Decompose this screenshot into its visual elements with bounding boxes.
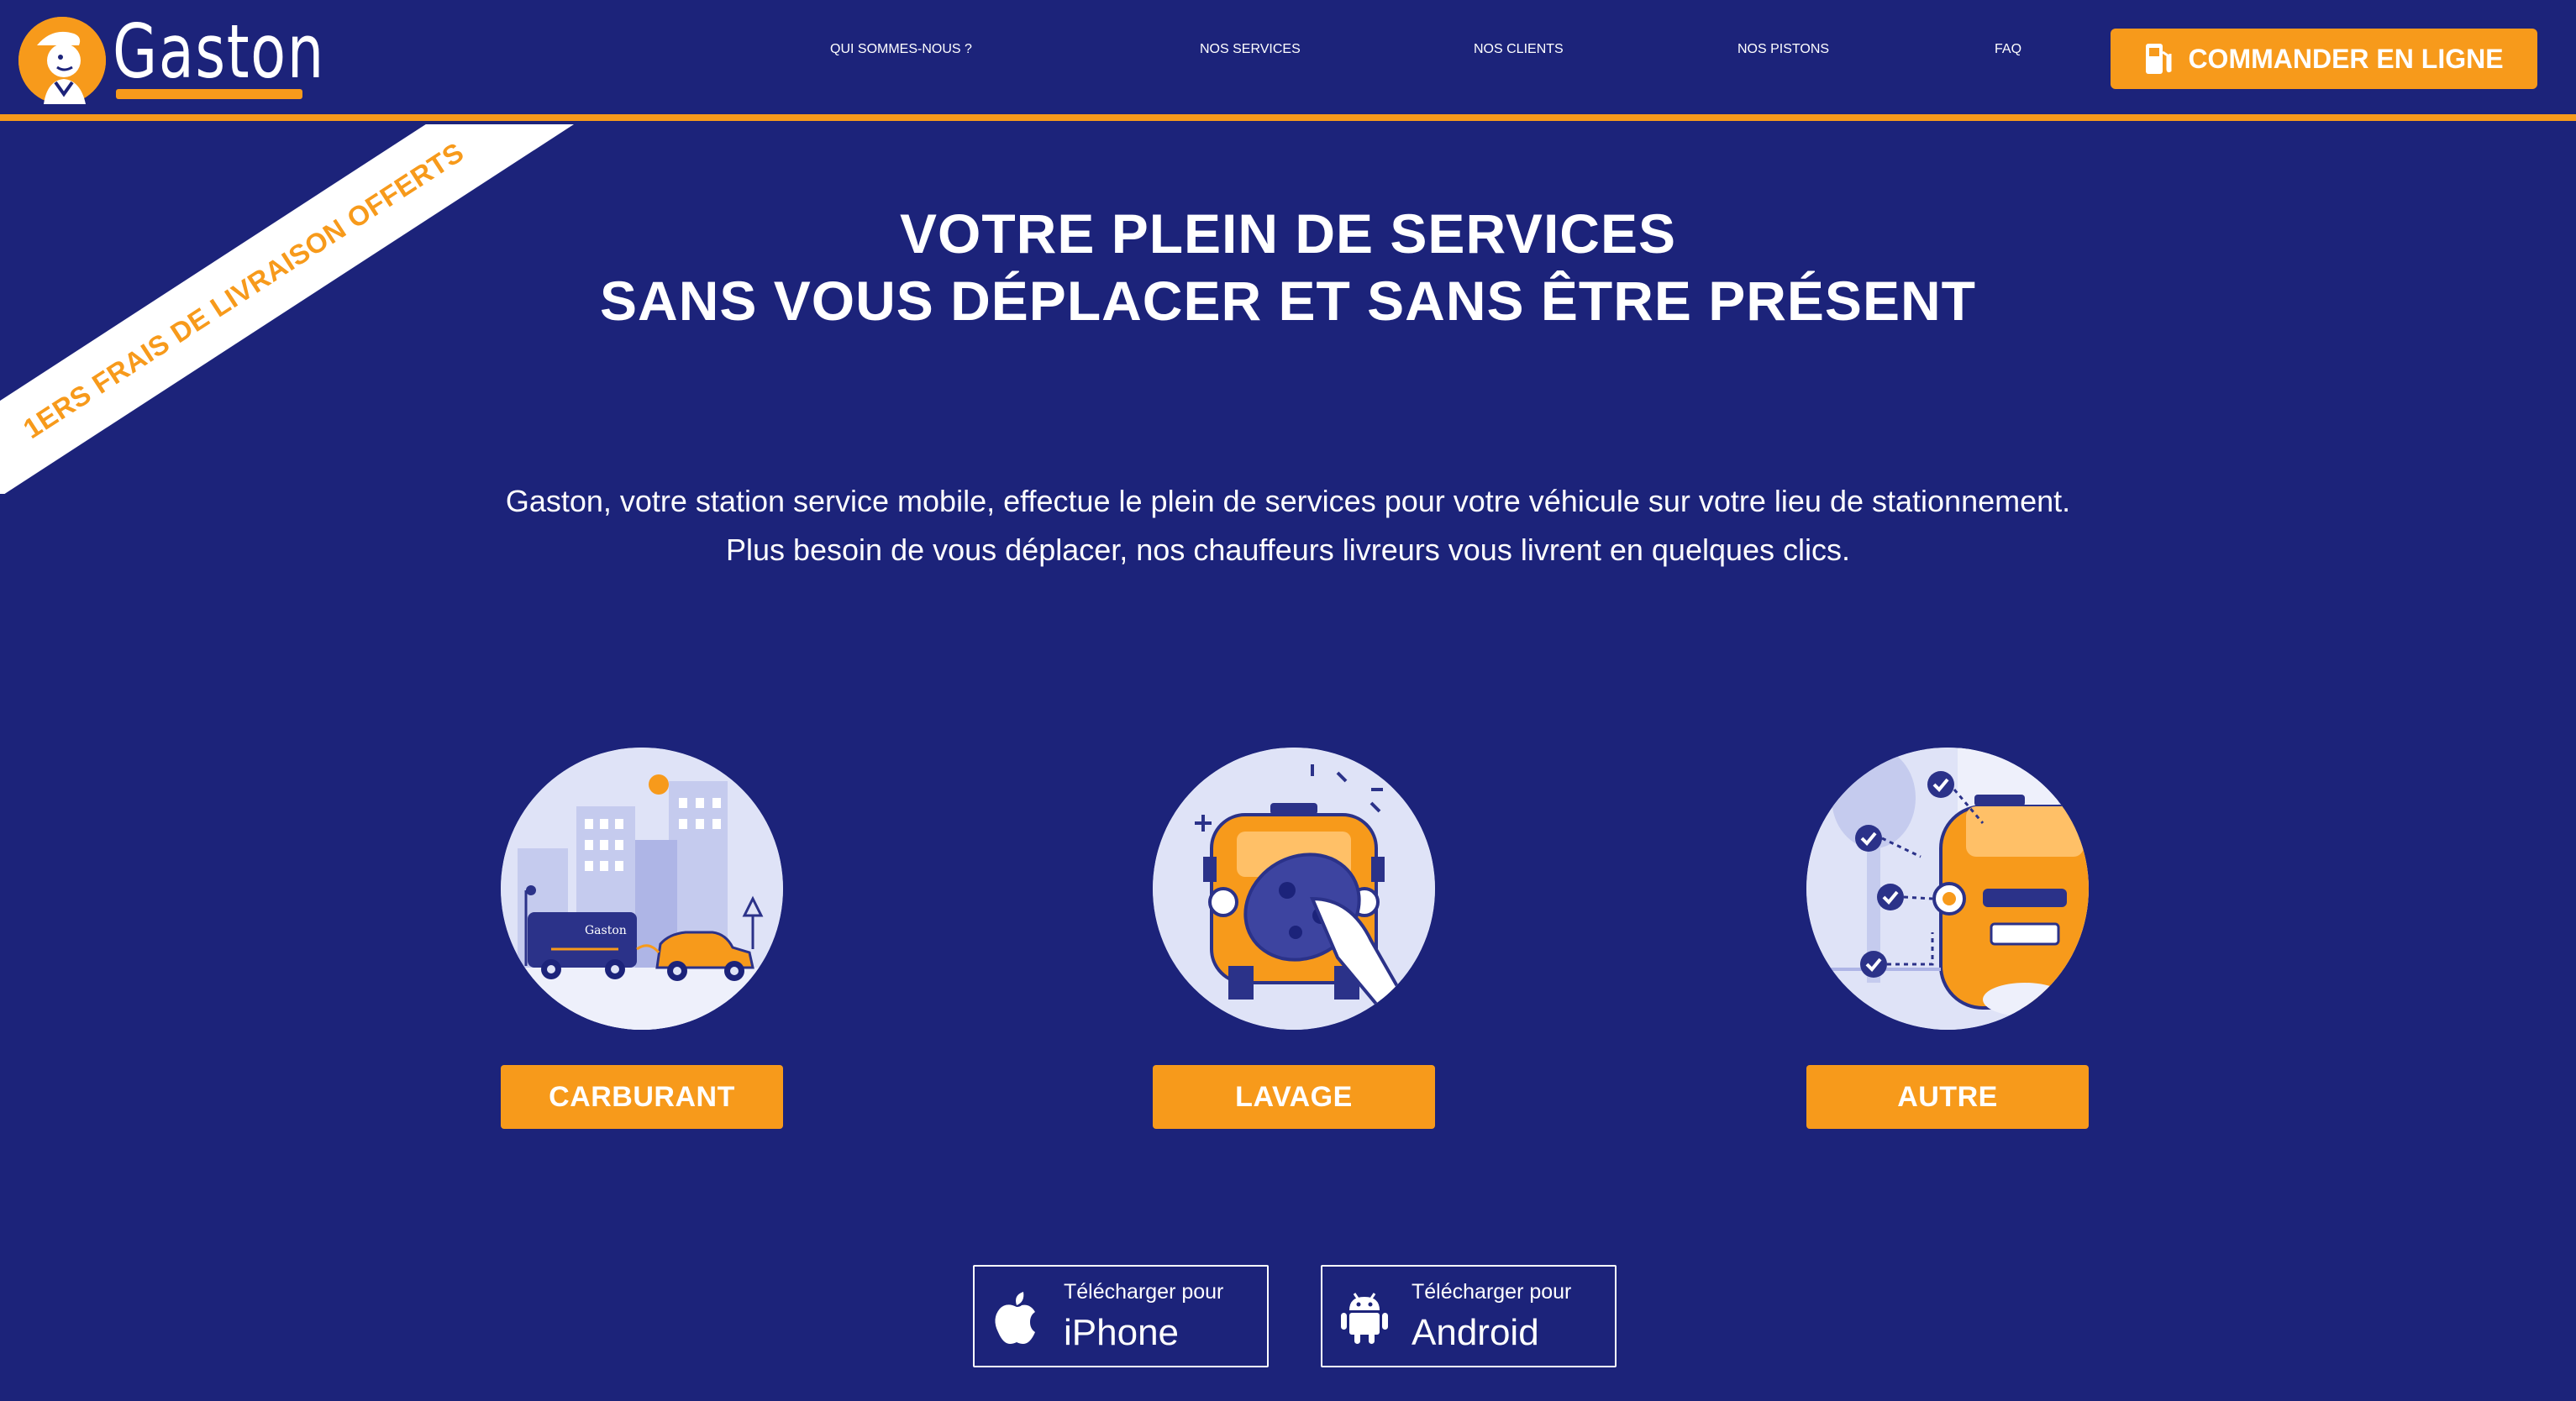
nav-nos-clients[interactable]: NOS CLIENTS xyxy=(1474,42,1564,57)
hero-title-line2: SANS VOUS DÉPLACER ET SANS ÊTRE PRÉSENT xyxy=(600,270,1976,332)
download-iphone-button[interactable]: Télécharger pour iPhone xyxy=(973,1265,1269,1367)
order-online-label: COMMANDER EN LIGNE xyxy=(2188,43,2504,74)
iphone-download-label: iPhone xyxy=(1064,1312,1180,1353)
car-checklist-illustration xyxy=(1806,748,2089,1030)
hero-desc-line1: Gaston, votre station service mobile, ef… xyxy=(505,484,2071,518)
lavage-button[interactable]: LAVAGE xyxy=(1153,1065,1435,1129)
android-download-caption: Télécharger pour xyxy=(1412,1280,1572,1304)
autre-button[interactable]: AUTRE xyxy=(1806,1065,2089,1129)
logo-wordmark: Gaston xyxy=(113,8,325,95)
gaston-logo[interactable]: Gaston xyxy=(18,8,323,108)
nav-qui-sommes-nous[interactable]: QUI SOMMES-NOUS ? xyxy=(830,42,972,57)
service-carburant: Gaston CARBURANT xyxy=(501,748,783,1129)
van-logo-text: Gaston xyxy=(585,924,627,937)
hero-desc-line2: Plus besoin de vous déplacer, nos chauff… xyxy=(725,533,1851,567)
hero-title-line1: VOTRE PLEIN DE SERVICES xyxy=(900,202,1676,265)
service-autre: AUTRE xyxy=(1806,748,2089,1129)
mascot-icon xyxy=(18,17,106,104)
service-lavage: LAVAGE xyxy=(1153,748,1435,1129)
nav-nos-pistons[interactable]: NOS PISTONS xyxy=(1737,42,1829,57)
android-icon xyxy=(1341,1293,1388,1344)
fuel-pump-icon xyxy=(2146,44,2172,74)
android-download-label: Android xyxy=(1412,1312,1539,1353)
city-van-car-illustration: Gaston xyxy=(501,748,783,1030)
iphone-download-caption: Télécharger pour xyxy=(1064,1280,1224,1304)
order-online-button[interactable]: COMMANDER EN LIGNE xyxy=(2111,29,2537,89)
nav-faq[interactable]: FAQ xyxy=(1995,42,2021,57)
site-header: Gaston QUI SOMMES-NOUS ? NOS SERVICES NO… xyxy=(0,0,2576,121)
carburant-button[interactable]: CARBURANT xyxy=(501,1065,783,1129)
nav-nos-services[interactable]: NOS SERVICES xyxy=(1200,42,1301,57)
car-wash-sponge-illustration xyxy=(1153,748,1435,1030)
download-android-button[interactable]: Télécharger pour Android xyxy=(1321,1265,1617,1367)
apple-icon xyxy=(995,1292,1035,1344)
hero-description: Gaston, votre station service mobile, ef… xyxy=(0,477,2576,575)
hero-title: VOTRE PLEIN DE SERVICES SANS VOUS DÉPLAC… xyxy=(0,200,2576,334)
logo-underline xyxy=(116,89,302,99)
